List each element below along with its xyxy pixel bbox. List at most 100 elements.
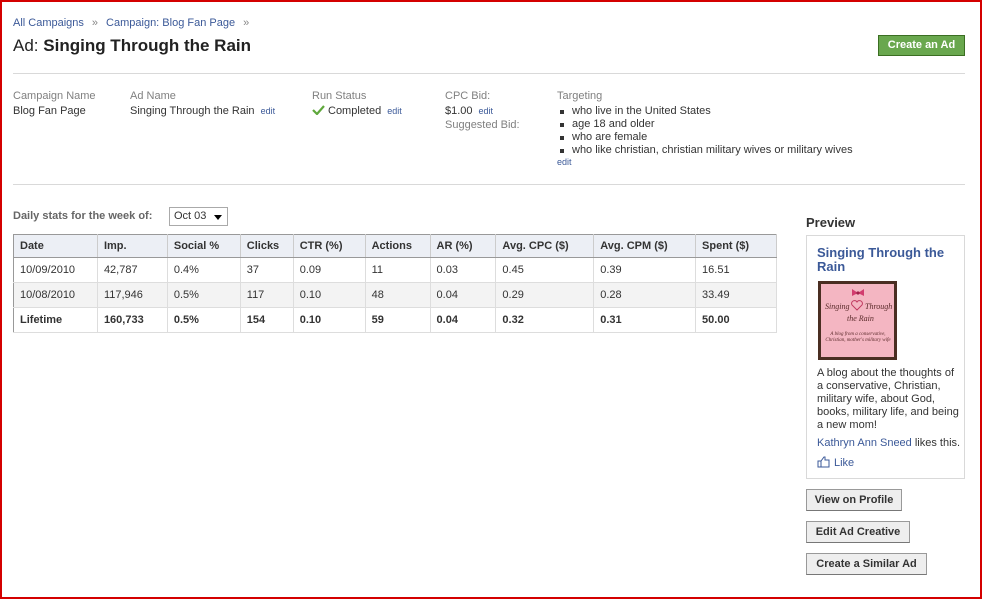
cpc-bid-row: $1.00 edit — [445, 105, 493, 117]
table-cell: 0.10 — [293, 282, 366, 308]
divider — [13, 184, 965, 185]
ad-image-text: Through — [865, 302, 893, 311]
table-cell: 0.04 — [430, 282, 497, 308]
ad-preview-body: A blog about the thoughts of a conservat… — [817, 367, 959, 431]
table-cell: 0.32 — [495, 307, 595, 333]
column-header[interactable]: Imp. — [97, 234, 168, 258]
table-cell: 0.09 — [293, 257, 366, 283]
cpc-bid-edit-link[interactable]: edit — [479, 106, 494, 116]
create-similar-ad-button[interactable]: Create a Similar Ad — [806, 553, 927, 575]
ad-name-row: Singing Through the Rain edit — [130, 105, 275, 117]
table-cell: 0.39 — [593, 257, 697, 283]
page-title: Ad: Singing Through the Rain — [13, 36, 251, 56]
table-cell: 0.45 — [495, 257, 595, 283]
table-cell: 117 — [240, 282, 294, 308]
table-cell: 10/09/2010 — [13, 257, 98, 283]
table-cell: 11 — [365, 257, 431, 283]
likes-suffix: likes this. — [914, 437, 961, 449]
cpc-bid-value: $1.00 — [445, 105, 473, 117]
create-ad-button[interactable]: Create an Ad — [878, 35, 965, 56]
column-header[interactable]: AR (%) — [430, 234, 497, 258]
table-cell: 33.49 — [695, 282, 777, 308]
table-header-row: Date Imp. Social % Clicks CTR (%) Action… — [13, 234, 777, 258]
run-status-row: Completed edit — [312, 105, 402, 117]
breadcrumb-all-campaigns[interactable]: All Campaigns — [13, 17, 84, 29]
heart-icon — [851, 300, 863, 311]
week-select-value: Oct 03 — [174, 210, 207, 222]
ad-preview-image[interactable]: Singing Through the Rain A blog from a c… — [818, 281, 897, 360]
table-cell: 154 — [240, 307, 294, 333]
targeting-label: Targeting — [557, 90, 603, 102]
targeting-item: who like christian, christian military w… — [557, 144, 853, 157]
column-header[interactable]: Spent ($) — [695, 234, 777, 258]
preview-heading: Preview — [806, 215, 856, 230]
column-header[interactable]: Avg. CPM ($) — [593, 234, 697, 258]
ad-preview: Singing Through the Rain Singing Through… — [806, 235, 965, 479]
table-row: 10/09/2010 42,787 0.4% 37 0.09 11 0.03 0… — [13, 257, 777, 283]
table-cell: 0.5% — [167, 282, 241, 308]
run-status-label: Run Status — [312, 90, 367, 102]
run-status-value: Completed — [328, 105, 382, 117]
table-cell: 0.29 — [495, 282, 595, 308]
bow-icon — [852, 289, 864, 296]
table-cell: 42,787 — [97, 257, 168, 283]
table-cell: 0.5% — [167, 307, 241, 333]
column-header[interactable]: CTR (%) — [293, 234, 366, 258]
table-cell: 0.28 — [593, 282, 697, 308]
stats-table: Date Imp. Social % Clicks CTR (%) Action… — [13, 234, 777, 333]
table-cell: 0.31 — [593, 307, 697, 333]
breadcrumb: All Campaigns » Campaign: Blog Fan Page » — [13, 17, 257, 29]
table-cell: 10/08/2010 — [13, 282, 98, 308]
campaign-name-value: Blog Fan Page — [13, 105, 86, 117]
campaign-name-label: Campaign Name — [13, 90, 96, 102]
divider — [13, 73, 965, 74]
chevron-down-icon — [214, 215, 222, 220]
ad-image-tagline: A blog from a conservative, Christian, m… — [825, 332, 891, 343]
column-header[interactable]: Clicks — [240, 234, 294, 258]
table-cell: 160,733 — [97, 307, 168, 333]
week-select[interactable]: Oct 03 — [169, 207, 228, 226]
column-header[interactable]: Social % — [167, 234, 241, 258]
ad-name-edit-link[interactable]: edit — [261, 106, 276, 116]
table-cell: 48 — [365, 282, 431, 308]
table-cell: 16.51 — [695, 257, 777, 283]
table-row: 10/08/2010 117,946 0.5% 117 0.10 48 0.04… — [13, 282, 777, 308]
run-status-edit-link[interactable]: edit — [387, 106, 402, 116]
targeting-list: who live in the United States age 18 and… — [557, 105, 853, 157]
page-title-prefix: Ad: — [13, 36, 39, 55]
targeting-item: who live in the United States — [557, 105, 853, 118]
table-cell: 50.00 — [695, 307, 777, 333]
ad-image-text: the Rain — [847, 314, 874, 323]
targeting-item: age 18 and older — [557, 118, 853, 131]
breadcrumb-separator: » — [243, 17, 250, 29]
ad-image-text: Singing — [825, 302, 850, 311]
liker-link[interactable]: Kathryn Ann Sneed — [817, 437, 912, 449]
targeting-item: who are female — [557, 131, 853, 144]
table-cell: 0.10 — [293, 307, 366, 333]
table-cell: 37 — [240, 257, 294, 283]
ad-name-value: Singing Through the Rain — [130, 105, 255, 117]
page-title-ad-name: Singing Through the Rain — [43, 36, 252, 55]
like-button[interactable]: Like — [817, 456, 854, 469]
column-header[interactable]: Date — [13, 234, 98, 258]
table-total-row: Lifetime 160,733 0.5% 154 0.10 59 0.04 0… — [13, 307, 777, 333]
suggested-bid-label: Suggested Bid: — [445, 119, 520, 131]
column-header[interactable]: Avg. CPC ($) — [495, 234, 595, 258]
like-label: Like — [834, 457, 855, 469]
breadcrumb-campaign[interactable]: Campaign: Blog Fan Page — [106, 17, 235, 29]
ad-name-label: Ad Name — [130, 90, 176, 102]
table-cell: 0.04 — [430, 307, 497, 333]
thumbs-up-icon — [817, 456, 830, 468]
daily-stats-label: Daily stats for the week of: — [13, 210, 153, 222]
table-cell: Lifetime — [13, 307, 98, 333]
edit-ad-creative-button[interactable]: Edit Ad Creative — [806, 521, 910, 543]
view-on-profile-button[interactable]: View on Profile — [806, 489, 902, 511]
targeting-edit-link[interactable]: edit — [557, 157, 572, 167]
check-icon — [312, 105, 325, 115]
table-cell: 59 — [365, 307, 431, 333]
breadcrumb-separator: » — [91, 17, 99, 29]
ad-image-inner: Singing Through the Rain A blog from a c… — [821, 284, 894, 357]
ad-preview-title[interactable]: Singing Through the Rain — [817, 246, 957, 274]
column-header[interactable]: Actions — [365, 234, 431, 258]
table-cell: 117,946 — [97, 282, 168, 308]
